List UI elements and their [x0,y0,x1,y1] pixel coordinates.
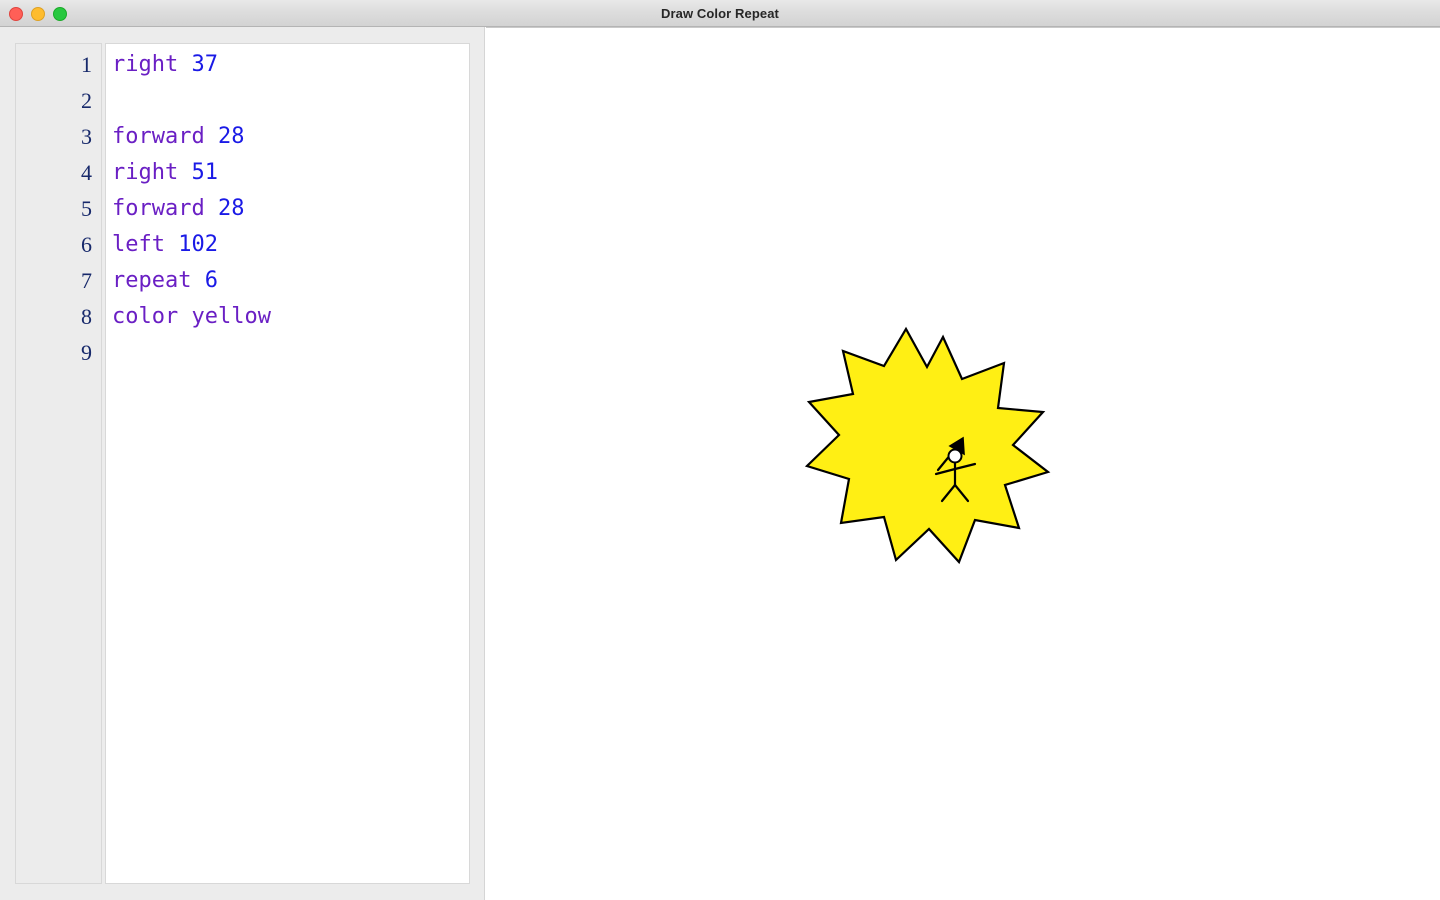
window-title: Draw Color Repeat [660,6,779,21]
line-number: 1 [81,52,92,77]
code-line[interactable]: color yellow [112,299,271,335]
code-line[interactable]: left 102 [112,227,271,263]
app-window: Draw Color Repeat 1 2 3 4 5 6 7 8 9 righ… [0,0,1440,900]
line-number: 5 [81,196,92,221]
code-argument: 28 [217,196,245,221]
line-number: 4 [81,160,92,185]
seven-pointed-star-shape [804,326,1051,565]
code-line[interactable]: forward 28 [112,191,271,227]
code-line[interactable]: right 51 [112,155,271,191]
line-number: 3 [81,124,92,149]
code-keyword: forward [112,196,205,221]
editor-container: 1 2 3 4 5 6 7 8 9 right 37 forward 28 ri… [15,43,470,899]
code-line[interactable]: repeat 6 [112,263,271,299]
code-line[interactable]: forward 28 [112,119,271,155]
code-argument: 28 [217,124,245,149]
code-keyword: left [112,232,165,257]
line-number: 9 [81,340,92,365]
drawing-canvas[interactable] [486,27,1440,900]
line-number: 7 [81,268,92,293]
window-titlebar: Draw Color Repeat [0,0,1440,27]
code-keyword: right [112,160,179,185]
line-number-gutter: 1 2 3 4 5 6 7 8 9 [15,43,102,884]
line-number-list: 1 2 3 4 5 6 7 8 9 [81,47,92,371]
code-line[interactable] [112,83,271,119]
code-argument: 102 [178,232,218,257]
line-number: 8 [81,304,92,329]
code-argument: 6 [204,268,218,293]
code-keyword: forward [112,124,205,149]
line-number: 2 [81,88,92,113]
turtle-graphics-svg [804,326,1051,565]
code-argument: 37 [191,52,218,77]
code-line-list: right 37 forward 28 right 51 forward 28 … [112,47,271,371]
code-editor[interactable]: right 37 forward 28 right 51 forward 28 … [105,43,470,884]
editor-panel: 1 2 3 4 5 6 7 8 9 right 37 forward 28 ri… [0,27,485,900]
turtle-head [947,448,963,464]
code-line[interactable] [112,335,271,371]
code-keyword: repeat [112,268,192,293]
line-number: 6 [81,232,92,257]
code-argument: yellow [191,304,271,329]
code-argument: 51 [191,160,218,185]
code-keyword: color [112,304,179,329]
code-line[interactable]: right 37 [112,47,271,83]
code-keyword: right [112,52,179,77]
